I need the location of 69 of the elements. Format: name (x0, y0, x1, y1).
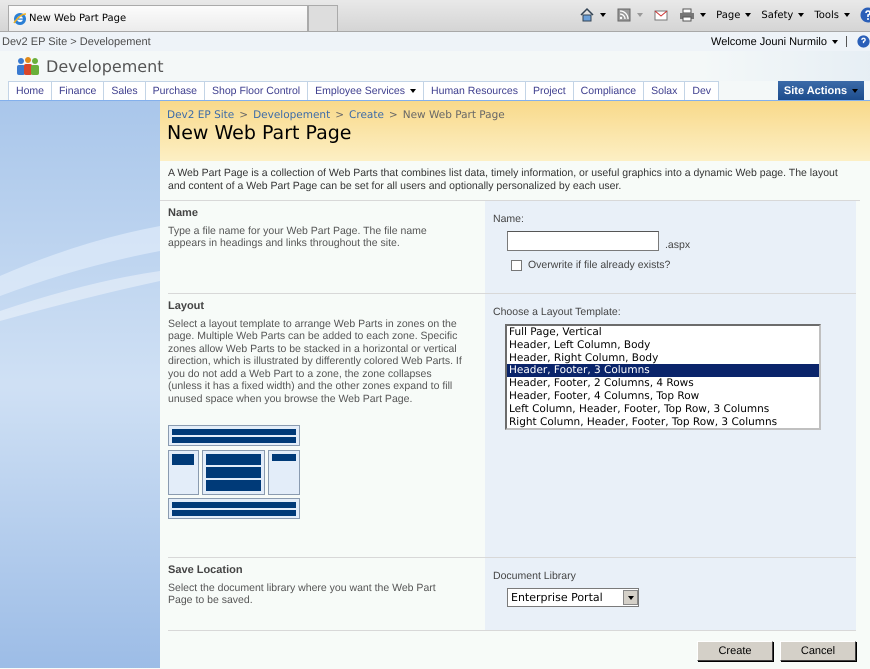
form-button[interactable]: Create (697, 641, 773, 661)
layout-template-list[interactable] (505, 324, 821, 430)
people-logo-icon (16, 56, 40, 76)
list-option[interactable]: Header, Right Column, Body (507, 352, 819, 364)
nav-tab[interactable]: Finance (51, 81, 104, 100)
field-label: Document Library (493, 570, 577, 582)
globe-e-icon (13, 12, 27, 26)
caret-icon (700, 13, 706, 17)
caret-icon (844, 13, 850, 17)
feed-icon[interactable] (616, 7, 632, 23)
site-title: Developement (46, 56, 164, 76)
caret-icon (798, 13, 804, 17)
list-option[interactable]: Header, Footer, 2 Columns, 4 Rows (507, 377, 819, 390)
caret-icon (637, 13, 644, 17)
nav-tab[interactable]: Purchase (144, 81, 205, 100)
form-button[interactable]: Cancel (780, 641, 856, 661)
list-option[interactable]: Full Page, Vertical (507, 326, 819, 339)
site-actions-menu[interactable]: Site Actions (778, 81, 864, 100)
breadcrumb-separator: > (335, 109, 344, 121)
nav-tab[interactable]: Solax (643, 81, 686, 100)
welcome-menu[interactable]: Welcome Jouni Nurmilo (711, 36, 827, 48)
help-icon[interactable] (857, 35, 870, 48)
caret-icon (852, 88, 858, 92)
site-breadcrumb: Dev2 EP Site > Developement (2, 36, 151, 48)
section-description: Type a file name for your Web Part Page. The file name appears in headings and links throughout the site. (168, 224, 428, 250)
caret-icon (832, 40, 838, 44)
caret-icon (600, 13, 606, 17)
nav-tab[interactable]: Project (524, 81, 574, 100)
breadcrumb-link[interactable]: Dev2 EP Site (167, 109, 234, 121)
menu-button[interactable]: Page (716, 10, 740, 20)
nav-tab[interactable]: Employee Services (307, 81, 424, 100)
list-option[interactable]: Header, Footer, 3 Columns (507, 364, 819, 378)
overwrite-checkbox[interactable] (511, 260, 522, 270)
section-heading: Save Location (168, 564, 244, 576)
tab-title: New Web Part Page (29, 13, 126, 24)
caret-icon (410, 89, 416, 93)
home-icon[interactable] (579, 7, 596, 23)
list-option[interactable]: Header, Footer, 4 Columns, Top Row (507, 390, 819, 403)
checkbox-label: Overwrite if file already exists? (528, 259, 670, 271)
section-heading: Name (168, 207, 199, 220)
file-extension: .aspx (665, 239, 690, 251)
nav-tab[interactable]: Human Resources (423, 81, 526, 100)
browser-tab[interactable]: New Web Part Page (8, 5, 308, 31)
menu-button[interactable]: Safety (761, 10, 794, 20)
section-description: Select a layout template to arrange Web Parts in zones on the page. Multiple Web Parts can be added to each zone. Specific zones allow Web Parts to be stacked in a horizontal or vertical direction, which is illustrated by differently colored Web Parts. If you do not add a Web Part to a zone, the zone collapses (unless it has a fixed width) and the other zones expand to fill unused space when you browse the Web Part Page. (168, 318, 463, 405)
list-option[interactable]: Header, Left Column, Body (507, 338, 819, 352)
nav-tab[interactable]: Home (8, 81, 52, 100)
breadcrumb-link[interactable]: Developement (253, 109, 330, 121)
page-title: New Web Part Page (167, 122, 352, 144)
list-option[interactable]: Left Column, Header, Footer, Top Row, 3 Columns (507, 402, 819, 416)
caret-icon (745, 13, 752, 17)
breadcrumb-link[interactable]: Create (349, 109, 384, 121)
breadcrumb-separator: > (239, 109, 248, 121)
section-description: Select the document library where you want the Web Part Page to be saved. (168, 582, 437, 606)
nav-tab[interactable]: Compliance (572, 81, 644, 100)
nav-tab[interactable]: Dev (684, 81, 720, 100)
caret-icon (628, 596, 634, 600)
nav-tab[interactable]: Sales (103, 81, 146, 100)
field-label: Name: (493, 213, 525, 225)
section-heading: Layout (168, 300, 206, 312)
breadcrumb-separator: > (388, 109, 398, 121)
name-input-field[interactable] (507, 231, 659, 251)
printer-icon[interactable] (679, 7, 696, 23)
list-option[interactable]: Right Column, Header, Footer, Top Row, 3 Columns (507, 416, 819, 428)
menu-button[interactable]: Tools (814, 10, 839, 20)
breadcrumb-current: New Web Part Page (402, 109, 505, 121)
nav-tab[interactable]: Shop Floor Control (204, 81, 308, 100)
field-label: Choose a Layout Template: (493, 306, 622, 318)
document-library-dropdown[interactable]: Enterprise Portal (507, 588, 639, 607)
